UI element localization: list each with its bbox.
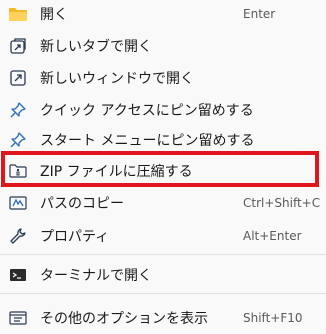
- wrench-icon: [8, 226, 28, 246]
- menu-item-label: 開く: [40, 7, 68, 23]
- menu-item-shortcut: Ctrl+Shift+C: [243, 196, 321, 210]
- menu-item-pin-quick-access[interactable]: クイック アクセスにピン留めする: [0, 94, 326, 126]
- menu-item-label: ターミナルで開く: [40, 268, 152, 284]
- menu-item-label: 新しいウィンドウで開く: [40, 71, 194, 87]
- menu-item-shortcut: Enter: [243, 7, 276, 21]
- menu-separator: [0, 254, 326, 255]
- new-tab-icon: [8, 36, 28, 56]
- menu-item-label: プロパティ: [40, 229, 110, 245]
- menu-item-shortcut: Alt+Enter: [243, 229, 302, 243]
- menu-item-open[interactable]: 開く Enter: [0, 0, 326, 30]
- copy-path-icon: [8, 193, 28, 213]
- menu-item-properties[interactable]: プロパティ Alt+Enter: [0, 220, 326, 252]
- menu-item-open-terminal[interactable]: ターミナルで開く: [0, 259, 326, 291]
- more-options-icon: [8, 308, 28, 328]
- menu-item-label: 新しいタブで開く: [40, 39, 152, 55]
- highlight-box: [1, 151, 319, 187]
- new-window-icon: [8, 68, 28, 88]
- menu-item-label: クイック アクセスにピン留めする: [40, 103, 254, 119]
- menu-item-open-new-window[interactable]: 新しいウィンドウで開く: [0, 62, 326, 94]
- menu-item-shortcut: Shift+F10: [243, 311, 303, 325]
- terminal-icon: [8, 265, 28, 285]
- menu-item-open-new-tab[interactable]: 新しいタブで開く: [0, 30, 326, 62]
- folder-icon: [8, 4, 28, 24]
- menu-item-label: パスのコピー: [40, 196, 124, 212]
- menu-item-label: その他のオプションを表示: [40, 311, 208, 327]
- context-menu: 開く Enter 新しいタブで開く 新しいウィンドウで開く クイック アクセスに…: [0, 0, 326, 332]
- menu-item-label: スタート メニューにピン留めする: [40, 133, 255, 149]
- pin-icon: [8, 130, 28, 150]
- menu-item-copy-path[interactable]: パスのコピー Ctrl+Shift+C: [0, 187, 326, 219]
- menu-separator: [0, 293, 326, 294]
- pin-icon: [8, 100, 28, 120]
- menu-item-more-options[interactable]: その他のオプションを表示 Shift+F10: [0, 302, 326, 334]
